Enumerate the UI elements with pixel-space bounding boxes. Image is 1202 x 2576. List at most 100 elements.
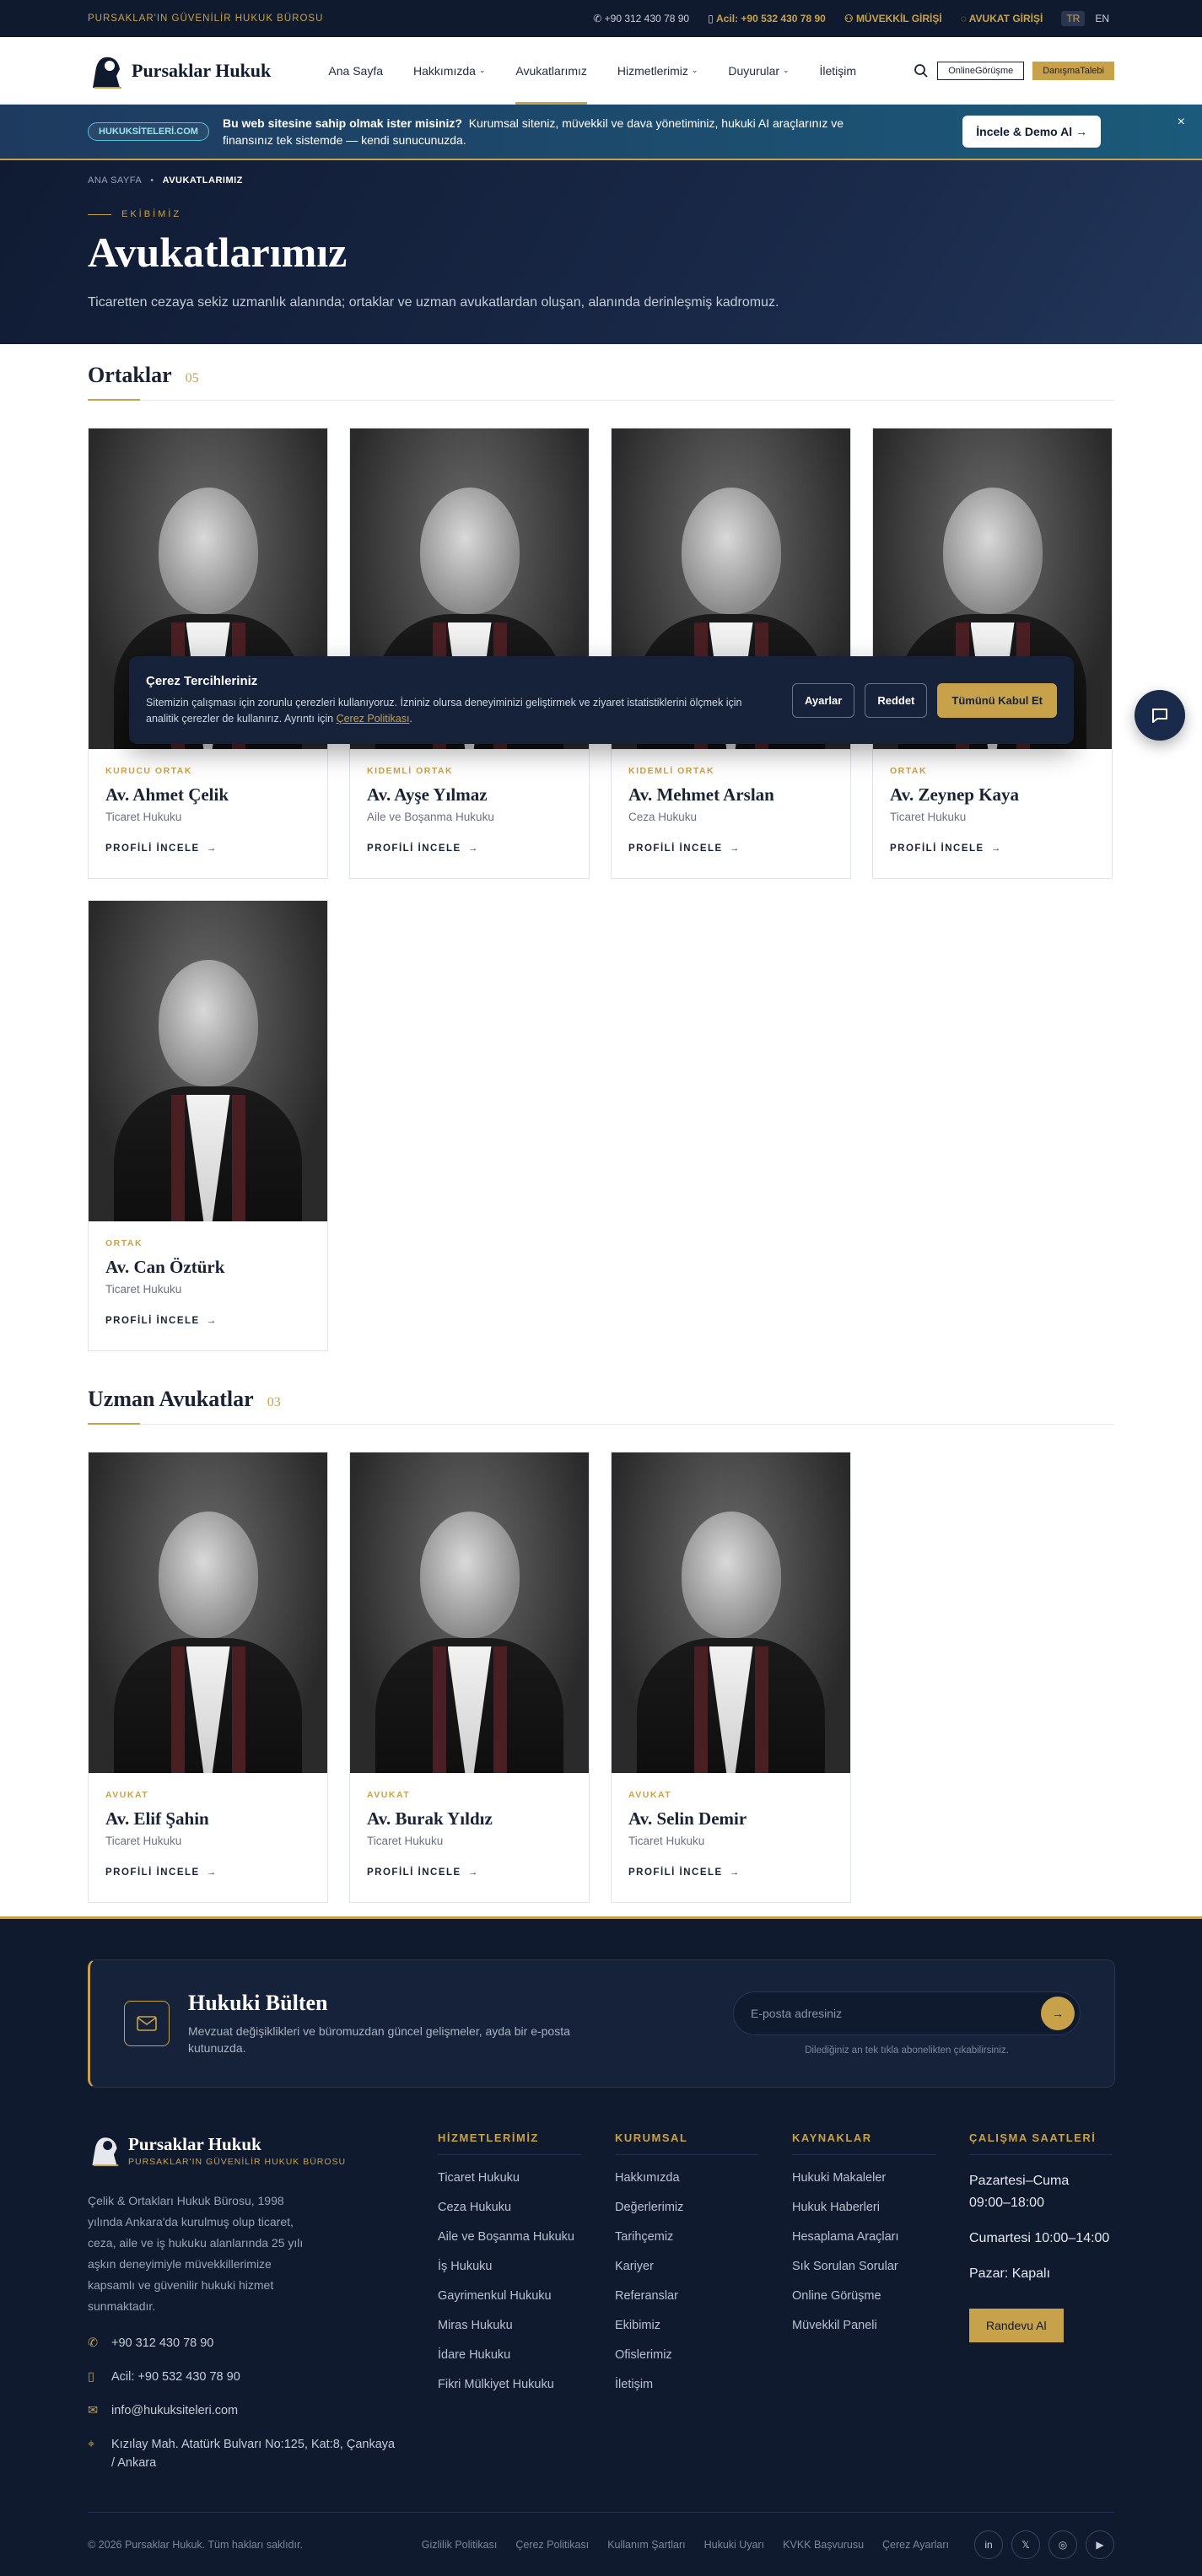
footer-legal-link[interactable]: Hukuki Uyarı xyxy=(704,2539,765,2551)
footer-corporate-link[interactable]: Hakkımızda xyxy=(615,2171,792,2185)
footer-service-link[interactable]: Ticaret Hukuku xyxy=(438,2171,615,2185)
nav-services[interactable]: Hizmetlerimiz ⌄ xyxy=(617,37,698,105)
nav-about[interactable]: Hakkımızda ⌄ xyxy=(413,37,485,105)
footer-service-link[interactable]: Gayrimenkul Hukuku xyxy=(438,2289,615,2303)
search-icon[interactable] xyxy=(914,63,929,78)
appointment-button[interactable]: Randevu Al xyxy=(969,2309,1064,2342)
lang-en[interactable]: EN xyxy=(1090,11,1114,26)
newsletter-title: Hukuki Bülten xyxy=(188,1991,328,2015)
footer-corporate-link[interactable]: İletişim xyxy=(615,2378,792,2391)
footer-service-link[interactable]: İdare Hukuku xyxy=(438,2348,615,2362)
footer-corporate-link[interactable]: Değerlerimiz xyxy=(615,2201,792,2214)
footer-corporate-link[interactable]: Ofislerimiz xyxy=(615,2348,792,2362)
lawyer-card[interactable]: AVUKAT Av. Selin Demir Ticaret Hukuku PROFİ… xyxy=(611,1452,851,1903)
lawyer-name[interactable]: Av. Mehmet Arslan xyxy=(628,784,833,806)
newsletter-placeholder: E-posta adresiniz xyxy=(751,2007,843,2020)
stole-shape xyxy=(231,1646,245,1773)
lawyer-name[interactable]: Av. Elif Şahin xyxy=(105,1808,310,1830)
cookie-accept-all-button[interactable]: Tümünü Kabul Et xyxy=(937,682,1057,718)
footer-resource-link[interactable]: Sık Sorulan Sorular xyxy=(792,2260,969,2273)
client-login-link[interactable]: ⚇ MÜVEKKİL GİRİŞİ xyxy=(844,13,942,24)
nav-home[interactable]: Ana Sayfa xyxy=(328,37,383,105)
lang-tr[interactable]: TR xyxy=(1061,11,1086,26)
lawyer-card[interactable]: ORTAK Av. Can Öztürk Ticaret Hukuku PROFİLİ… xyxy=(88,900,328,1351)
footer-legal-link[interactable]: Çerez Politikası xyxy=(515,2539,589,2551)
view-profile-link[interactable]: PROFİLİ İNCELE → xyxy=(367,1867,572,1878)
cookie-policy-link[interactable]: Çerez Politikası xyxy=(337,713,410,725)
footer-resource-link[interactable]: Hesaplama Araçları xyxy=(792,2230,969,2244)
footer-resource-link[interactable]: Müvekkil Paneli xyxy=(792,2319,969,2332)
phone-link[interactable]: ✆ +90 312 430 78 90 xyxy=(593,13,689,24)
logo[interactable]: Pursaklar Hukuk xyxy=(88,51,271,91)
portrait-head-shape xyxy=(158,1512,258,1638)
footer-service-link[interactable]: İş Hukuku xyxy=(438,2260,615,2273)
close-icon[interactable]: × xyxy=(1178,115,1185,130)
lawyer-name[interactable]: Av. Selin Demir xyxy=(628,1808,833,1830)
lawyer-card[interactable]: KURUCU ORTAK Av. Ahmet Çelik Ticaret Hukuk… xyxy=(88,428,328,879)
lawyer-practice-area: Ticaret Hukuku xyxy=(105,1835,182,1847)
view-profile-link[interactable]: PROFİLİ İNCELE → xyxy=(628,843,833,854)
lawyer-name[interactable]: Av. Can Öztürk xyxy=(105,1257,310,1278)
consultation-request-button[interactable]: DanışmaTalebi xyxy=(1032,61,1114,80)
view-profile-link[interactable]: PROFİLİ İNCELE → xyxy=(367,843,572,854)
arrow-right-icon: → xyxy=(206,843,218,854)
lawyer-name[interactable]: Av. Burak Yıldız xyxy=(367,1808,572,1830)
lawyer-card[interactable]: KIDEMLİ ORTAK Av. Ayşe Yılmaz Aile ve Boşa… xyxy=(349,428,590,879)
lawyer-name[interactable]: Av. Ahmet Çelik xyxy=(105,784,310,806)
chat-button[interactable] xyxy=(1135,690,1185,741)
footer-legal-link[interactable]: Kullanım Şartları xyxy=(607,2539,685,2551)
cookie-reject-button[interactable]: Reddet xyxy=(865,682,928,718)
user-icon: ⚇ xyxy=(844,13,854,24)
urgent-phone-link[interactable]: ▯ Acil: +90 532 430 78 90 xyxy=(708,13,826,24)
lawyer-login-link[interactable]: ◌ AVUKAT GİRİŞİ xyxy=(961,13,1043,24)
newsletter-email-input[interactable]: E-posta adresiniz → xyxy=(733,1991,1081,2035)
footer-service-link[interactable]: Aile ve Boşanma Hukuku xyxy=(438,2230,615,2244)
view-profile-link[interactable]: PROFİLİ İNCELE → xyxy=(105,1867,310,1878)
lawyer-card[interactable]: ORTAK Av. Zeynep Kaya Ticaret Hukuku PROFİL… xyxy=(872,428,1113,879)
promo-demo-button[interactable]: İncele & Demo Al → xyxy=(962,116,1101,148)
view-profile-link[interactable]: PROFİLİ İNCELE → xyxy=(105,843,310,854)
lawyer-name[interactable]: Av. Ayşe Yılmaz xyxy=(367,784,572,806)
footer-corporate-link[interactable]: Ekibimiz xyxy=(615,2319,792,2332)
footer-service-link[interactable]: Miras Hukuku xyxy=(438,2319,615,2332)
nav-contact[interactable]: İletişim xyxy=(820,37,857,105)
footer-corporate-link[interactable]: Tarihçemiz xyxy=(615,2230,792,2244)
view-profile-link[interactable]: PROFİLİ İNCELE → xyxy=(628,1867,833,1878)
newsletter-subtitle: Mevzuat değişiklikleri ve büromuzdan gün… xyxy=(188,2024,570,2055)
cookie-settings-button[interactable]: Ayarlar xyxy=(792,682,855,718)
footer-legal-link[interactable]: Çerez Ayarları xyxy=(882,2539,949,2551)
footer-urgent-text: Acil: +90 532 430 78 90 xyxy=(111,2370,240,2384)
linkedin-icon[interactable]: in xyxy=(974,2530,1003,2559)
lawyer-card[interactable]: AVUKAT Av. Burak Yıldız Ticaret Hukuku PROF… xyxy=(349,1452,590,1903)
breadcrumb-home[interactable]: ANA SAYFA xyxy=(88,175,142,186)
footer-corporate-link[interactable]: Referanslar xyxy=(615,2289,792,2303)
youtube-icon[interactable]: ▶ xyxy=(1086,2530,1114,2559)
phone-text: +90 312 430 78 90 xyxy=(604,13,690,24)
nav-lawyers[interactable]: Avukatlarımız xyxy=(515,37,587,105)
footer-service-link[interactable]: Ceza Hukuku xyxy=(438,2201,615,2214)
working-hours: Pazartesi–Cuma 09:00–18:00 Cumartesi 10:0… xyxy=(969,2170,1113,2285)
lawyer-name[interactable]: Av. Zeynep Kaya xyxy=(890,784,1095,806)
view-profile-link[interactable]: PROFİLİ İNCELE → xyxy=(105,1316,310,1326)
footer-legal-link[interactable]: KVKK Başvurusu xyxy=(783,2539,864,2551)
footer-legal-link[interactable]: Gizlilik Politikası xyxy=(422,2539,498,2551)
lawyer-card[interactable]: AVUKAT Av. Elif Şahin Ticaret Hukuku PROFİL… xyxy=(88,1452,328,1903)
footer-phone[interactable]: ✆ +90 312 430 78 90 xyxy=(88,2334,438,2352)
footer-corporate-link[interactable]: Kariyer xyxy=(615,2260,792,2273)
online-meeting-button[interactable]: OnlineGörüşme xyxy=(937,61,1025,80)
footer-resource-link[interactable]: Hukuki Makaleler xyxy=(792,2171,969,2185)
promo-message: Bu web sitesine sahip olmak ister misini… xyxy=(223,115,889,148)
footer-email[interactable]: ✉ info@hukuksiteleri.com xyxy=(88,2401,438,2420)
footer-resource-link[interactable]: Online Görüşme xyxy=(792,2289,969,2303)
x-twitter-icon[interactable]: 𝕏 xyxy=(1011,2530,1040,2559)
footer-service-link[interactable]: Fikri Mülkiyet Hukuku xyxy=(438,2378,615,2391)
lawyer-card[interactable]: KIDEMLİ ORTAK Av. Mehmet Arslan Ceza Hukuk… xyxy=(611,428,851,879)
experts-count: 03 xyxy=(267,1395,281,1409)
footer-resource-link[interactable]: Hukuk Haberleri xyxy=(792,2201,969,2214)
nav-announcements[interactable]: Duyurular ⌄ xyxy=(728,37,789,105)
view-profile-link[interactable]: PROFİLİ İNCELE → xyxy=(890,843,1095,854)
newsletter-submit-button[interactable]: → xyxy=(1041,1997,1075,2030)
footer-phone-text: +90 312 430 78 90 xyxy=(111,2336,214,2350)
footer-urgent[interactable]: ▯ Acil: +90 532 430 78 90 xyxy=(88,2368,438,2386)
instagram-icon[interactable]: ◎ xyxy=(1048,2530,1077,2559)
